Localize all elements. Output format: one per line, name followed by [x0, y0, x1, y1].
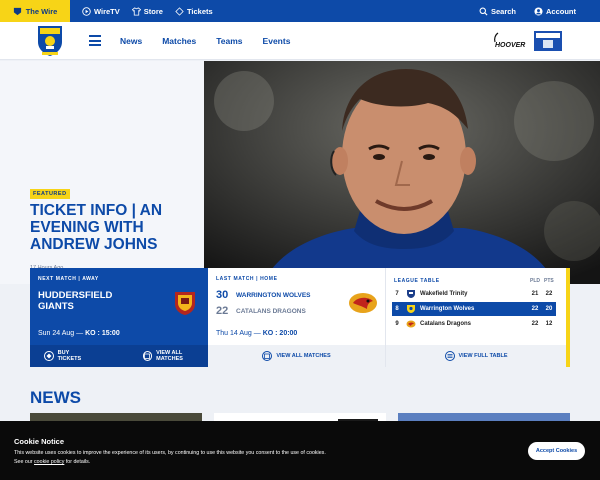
cookie-policy-link[interactable]: cookie policy: [34, 459, 64, 465]
league-table-label: LEAGUE TABLE: [394, 278, 440, 284]
cookie-title: Cookie Notice: [14, 437, 65, 446]
catalans-dragons-badge-icon: [348, 292, 378, 314]
search-icon: [479, 7, 488, 16]
account-label: Account: [546, 6, 576, 16]
news-heading: NEWS: [30, 388, 81, 407]
next-opponent-name: HUDDERSFIELD GIANTS: [38, 290, 113, 312]
main-nav: News Matches Teams Events HOOVER: [0, 22, 600, 60]
nav-teams[interactable]: Teams: [216, 36, 242, 46]
betfred-super-league-logo[interactable]: [534, 31, 562, 51]
away-score-row: 22 CATALANS DRAGONS: [216, 305, 306, 317]
last-match-date: Thu 14 Aug — KO : 20:00: [216, 330, 298, 337]
table-row[interactable]: 7 Wakefield Trinity 21 22: [392, 287, 556, 301]
warrington-wolves-crest-logo[interactable]: [36, 24, 64, 58]
table-row-highlighted[interactable]: 8 Warrington Wolves 22 20: [392, 302, 556, 316]
featured-badge: FEATURED: [30, 189, 70, 199]
wiretv-link[interactable]: WireTV: [82, 7, 120, 16]
calendar-circle-icon: [142, 351, 153, 361]
catalans-dragons-badge-icon: [406, 319, 416, 329]
away-team: CATALANS DRAGONS: [236, 307, 306, 315]
next-match-label: NEXT MATCH | AWAY: [38, 276, 99, 282]
nav-matches[interactable]: Matches: [162, 36, 196, 46]
cookie-text: This website uses cookies to improve the…: [14, 450, 326, 465]
hero-photo-andrew-johns[interactable]: [204, 61, 600, 284]
tickets-label: Tickets: [186, 6, 213, 16]
hoover-sponsor-logo[interactable]: HOOVER: [492, 32, 526, 50]
view-all-matches-button-next[interactable]: VIEW ALL MATCHES: [142, 350, 209, 362]
nav-events[interactable]: Events: [263, 36, 291, 46]
menu-hamburger-icon[interactable]: [89, 35, 101, 46]
tickets-link[interactable]: Tickets: [175, 7, 213, 16]
search-label: Search: [490, 6, 516, 16]
cookie-notice-banner: Cookie Notice This website uses cookies …: [0, 421, 600, 480]
account-link[interactable]: Account: [534, 7, 576, 16]
last-match-card[interactable]: LAST MATCH | HOME 30 WARRINGTON WOLVES 2…: [208, 268, 386, 367]
store-label: Store: [143, 6, 163, 16]
table-row[interactable]: 9 Catalans Dragons 22 12: [392, 317, 556, 331]
nav-news[interactable]: News: [120, 36, 142, 46]
the-wire-link[interactable]: The Wire: [0, 0, 70, 22]
play-icon: [82, 6, 91, 16]
home-score-row: 30 WARRINGTON WOLVES: [216, 289, 311, 301]
last-match-label: LAST MATCH | HOME: [216, 276, 278, 282]
warrington-wolves-badge-icon: [406, 304, 416, 314]
calendar-circle-icon: [262, 351, 273, 361]
pld-header: PLD: [530, 278, 540, 284]
next-match-date: Sun 24 Aug — KO : 15:00: [38, 330, 120, 337]
wakefield-trinity-badge-icon: [406, 289, 416, 299]
ticket-circle-icon: [44, 351, 54, 361]
view-full-table-button[interactable]: VIEW FULL TABLE: [444, 351, 508, 361]
buy-tickets-button[interactable]: BUY TICKETS: [44, 350, 93, 362]
accept-cookies-button[interactable]: Accept Cookies: [528, 442, 585, 460]
the-wire-label: The Wire: [25, 6, 58, 16]
svg-text:HOOVER: HOOVER: [495, 42, 525, 49]
home-team: WARRINGTON WOLVES: [236, 291, 311, 299]
table-circle-icon: [444, 351, 455, 361]
search-link[interactable]: Search: [479, 7, 516, 16]
hero-section[interactable]: FEATURED TICKET INFO | AN EVENING WITH A…: [0, 61, 600, 284]
utility-bar: The Wire WireTV Store Tickets Search Acc: [0, 0, 600, 22]
league-table-card[interactable]: LEAGUE TABLE PLD PTS 7 Wakefield Trinity…: [386, 268, 570, 367]
wire-logo-icon: [13, 7, 22, 16]
next-match-card[interactable]: NEXT MATCH | AWAY HUDDERSFIELD GIANTS Su…: [30, 268, 208, 367]
shirt-icon: [131, 6, 141, 16]
ticket-icon: [175, 6, 184, 16]
account-icon: [534, 6, 543, 16]
away-score: 22: [216, 305, 229, 317]
wiretv-label: WireTV: [94, 6, 120, 16]
store-link[interactable]: Store: [131, 6, 163, 16]
home-score: 30: [216, 289, 229, 301]
pts-header: PTS: [544, 278, 554, 284]
match-cards-strip: NEXT MATCH | AWAY HUDDERSFIELD GIANTS Su…: [30, 268, 570, 367]
hero-title[interactable]: TICKET INFO | AN EVENING WITH ANDREW JOH…: [30, 202, 190, 253]
huddersfield-giants-badge-icon: [172, 290, 198, 316]
view-all-matches-button-last[interactable]: VIEW ALL MATCHES: [262, 351, 331, 361]
